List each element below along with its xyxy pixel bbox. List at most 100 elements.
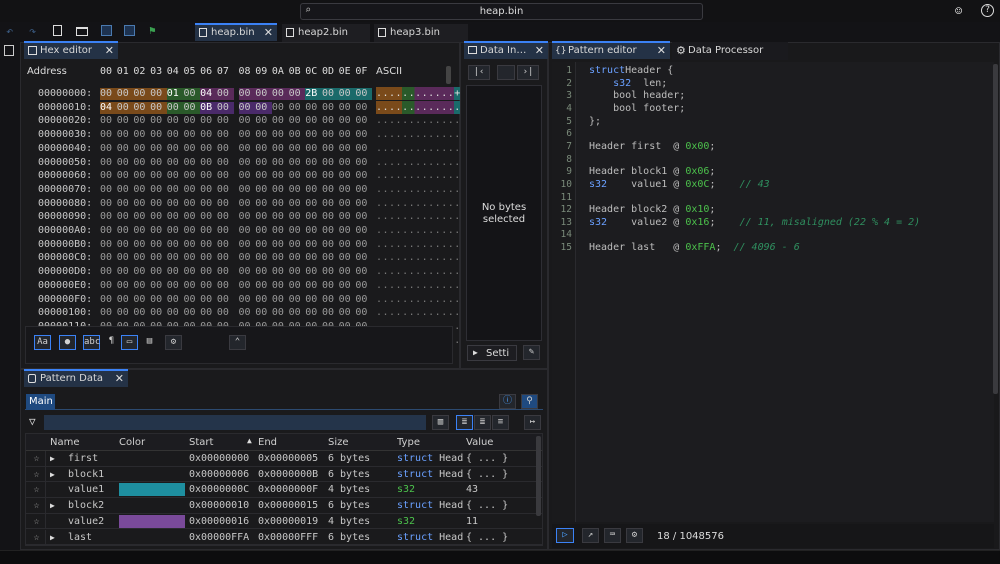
hex-byte[interactable]: 00: [355, 252, 372, 264]
hex-byte[interactable]: 00: [200, 143, 217, 155]
close-icon[interactable]: ✕: [657, 43, 666, 59]
hex-byte[interactable]: 00: [355, 143, 372, 155]
hex-byte[interactable]: 00: [239, 143, 256, 155]
hex-byte[interactable]: 00: [117, 157, 134, 169]
hex-byte[interactable]: 2B: [305, 88, 322, 100]
code-line[interactable]: Header block1 @ 0x06;: [589, 166, 715, 179]
hex-byte[interactable]: 00: [200, 252, 217, 264]
hex-byte[interactable]: 04: [200, 88, 217, 100]
hex-byte[interactable]: 00: [289, 239, 306, 251]
tab-data-processor[interactable]: ⚙ Data Processor: [672, 42, 788, 60]
hex-byte[interactable]: 00: [289, 252, 306, 264]
hex-byte[interactable]: 00: [322, 157, 339, 169]
hex-byte[interactable]: 00: [150, 143, 167, 155]
hex-byte[interactable]: 00: [117, 198, 134, 210]
hex-byte[interactable]: 00: [355, 294, 372, 306]
hex-byte[interactable]: 00: [133, 115, 150, 127]
table-row[interactable]: ☆ ▶ first 0x00000000 0x00000005 6 bytes struc…: [26, 451, 542, 467]
star-icon[interactable]: ☆: [28, 466, 46, 483]
hex-byte[interactable]: 00: [355, 198, 372, 210]
hex-byte[interactable]: 00: [255, 225, 272, 237]
hex-byte[interactable]: 00: [322, 102, 339, 114]
section-tab-main[interactable]: Main: [26, 394, 55, 410]
hex-byte[interactable]: 00: [217, 225, 234, 237]
hex-byte[interactable]: 00: [117, 239, 134, 251]
info-icon[interactable]: ⓘ: [499, 394, 516, 409]
hex-byte[interactable]: 01: [166, 88, 184, 100]
column-header-end[interactable]: End: [258, 435, 324, 451]
hex-byte[interactable]: 00: [133, 170, 150, 182]
hex-byte[interactable]: 00: [355, 211, 372, 223]
hex-byte[interactable]: 00: [183, 252, 200, 264]
hex-byte[interactable]: 00: [305, 294, 322, 306]
hex-byte[interactable]: 00: [200, 184, 217, 196]
file-tab-heap3[interactable]: heap3.bin: [374, 24, 468, 42]
hex-byte[interactable]: 00: [217, 115, 234, 127]
hex-byte[interactable]: 00: [167, 252, 184, 264]
hex-byte[interactable]: 00: [239, 115, 256, 127]
hex-byte[interactable]: 00: [339, 239, 356, 251]
hex-byte[interactable]: 00: [339, 157, 356, 169]
smiley-icon[interactable]: ☺: [955, 4, 962, 18]
hex-byte[interactable]: 00: [150, 170, 167, 182]
hex-byte[interactable]: 00: [272, 102, 289, 114]
hex-byte[interactable]: 00: [117, 252, 134, 264]
hex-byte[interactable]: 00: [339, 266, 356, 278]
hex-byte[interactable]: 00: [322, 184, 339, 196]
column-header-color[interactable]: Color: [119, 435, 185, 451]
hex-byte[interactable]: 00: [339, 102, 356, 114]
hex-byte[interactable]: 00: [167, 143, 184, 155]
hex-byte[interactable]: 00: [355, 307, 372, 319]
hex-byte[interactable]: 00: [217, 239, 234, 251]
column-header-value[interactable]: Value: [466, 435, 538, 451]
hex-row[interactable]: 00000020: 00 00 00 00 00 00 00 00 00 00 00 00 00 00 00 0…: [38, 114, 372, 127]
hex-byte[interactable]: 00: [305, 184, 322, 196]
hex-byte[interactable]: 00: [305, 211, 322, 223]
row-name-cell[interactable]: ▶ last: [50, 530, 116, 546]
hex-byte[interactable]: 00: [200, 294, 217, 306]
hex-byte[interactable]: 00: [100, 225, 117, 237]
export-button[interactable]: ↦: [524, 415, 541, 430]
code-line[interactable]: Header block2 @ 0x10;: [589, 204, 715, 217]
hex-byte[interactable]: 00: [217, 184, 234, 196]
hex-byte[interactable]: 00: [355, 157, 372, 169]
hex-byte[interactable]: 00: [150, 115, 167, 127]
hex-byte[interactable]: 00: [305, 252, 322, 264]
hex-byte[interactable]: 00: [117, 170, 134, 182]
hex-byte[interactable]: 00: [355, 225, 372, 237]
hex-byte[interactable]: 00: [272, 129, 289, 141]
hex-byte[interactable]: 00: [167, 239, 184, 251]
hex-byte[interactable]: 00: [100, 129, 117, 141]
hex-byte[interactable]: 00: [289, 143, 306, 155]
row-name-cell[interactable]: ▶ first: [50, 451, 116, 467]
hex-row[interactable]: 00000010: 04 00 00 00 00 00 0B 00 00 00 00 00 00 00 00 0…: [38, 101, 372, 114]
hex-byte[interactable]: 00: [272, 143, 289, 155]
hex-row[interactable]: 000000E0: 00 00 00 00 00 00 00 00 00 00 00 00 00 00 00 0…: [38, 279, 372, 292]
sort-ascending-icon[interactable]: ▲: [247, 436, 252, 445]
hex-byte[interactable]: 00: [183, 211, 200, 223]
hex-byte[interactable]: 00: [200, 225, 217, 237]
hex-byte[interactable]: 00: [200, 170, 217, 182]
file-tab-heap[interactable]: heap.bin ✕: [195, 23, 277, 41]
hex-row[interactable]: 00000040: 00 00 00 00 00 00 00 00 00 00 00 00 00 00 00 0…: [38, 142, 372, 155]
hex-byte[interactable]: 00: [355, 88, 372, 100]
table-row[interactable]: ☆ ▶ block1 0x00000006 0x0000000B 6 bytes stru…: [26, 466, 542, 483]
close-icon[interactable]: ✕: [535, 43, 544, 59]
close-icon[interactable]: ✕: [264, 25, 273, 41]
hex-row[interactable]: 000000D0: 00 00 00 00 00 00 00 00 00 00 00 00 00 00 00 0…: [38, 265, 372, 278]
hex-byte[interactable]: 00: [272, 157, 289, 169]
hex-byte[interactable]: 00: [322, 143, 339, 155]
hex-byte[interactable]: 00: [150, 211, 167, 223]
hex-byte[interactable]: 00: [166, 101, 184, 114]
hex-byte[interactable]: 00: [272, 239, 289, 251]
hex-byte[interactable]: 00: [133, 307, 150, 319]
hex-byte[interactable]: 00: [339, 211, 356, 223]
tab-hex-editor[interactable]: Hex editor ✕: [24, 41, 118, 59]
prev-button[interactable]: [497, 65, 515, 80]
hex-byte[interactable]: 00: [305, 266, 322, 278]
hex-byte[interactable]: 00: [289, 184, 306, 196]
hex-byte[interactable]: 00: [183, 157, 200, 169]
hex-byte[interactable]: 00: [150, 129, 167, 141]
hex-byte[interactable]: 00: [289, 129, 306, 141]
hex-byte[interactable]: 00: [339, 225, 356, 237]
